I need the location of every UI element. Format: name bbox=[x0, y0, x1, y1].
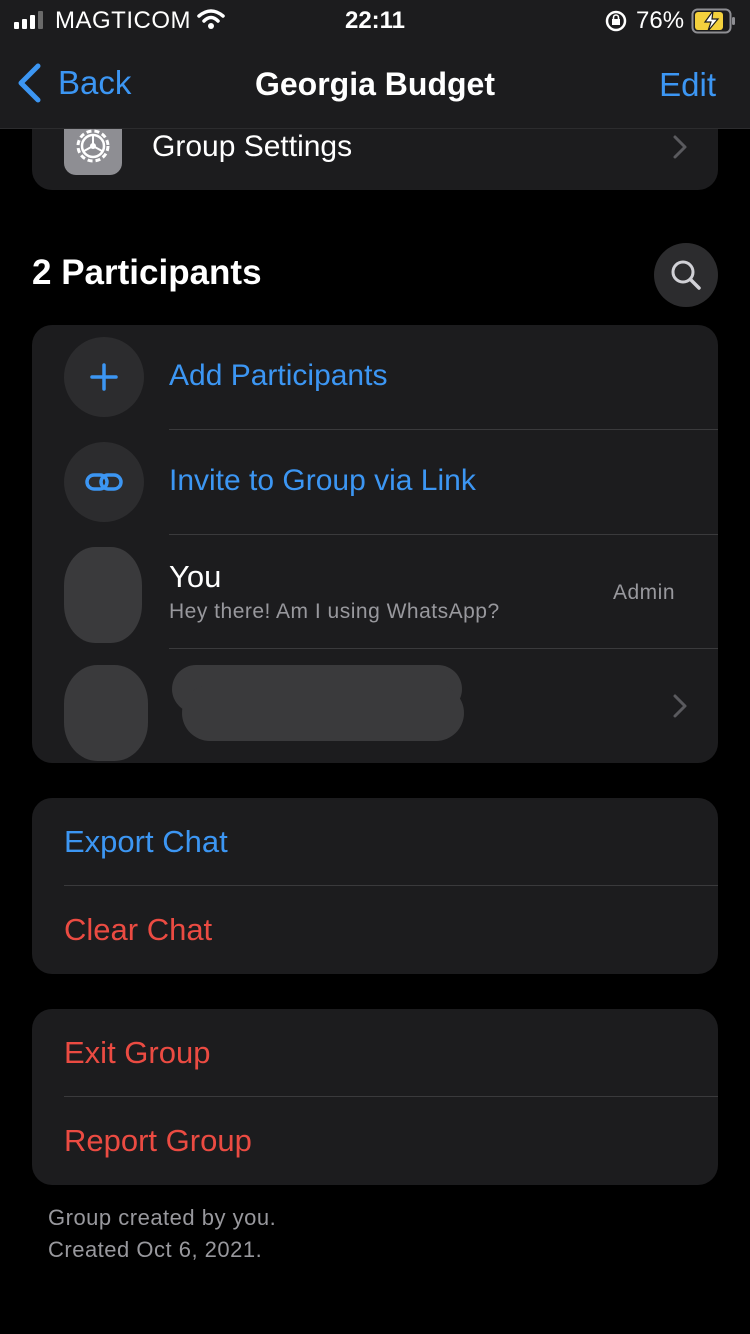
invite-via-link-label: Invite to Group via Link bbox=[169, 464, 476, 497]
created-by-text: Group created by you. bbox=[48, 1205, 277, 1230]
clear-chat-button[interactable]: Clear Chat bbox=[64, 912, 212, 948]
group-settings-label: Group Settings bbox=[152, 130, 353, 163]
link-icon bbox=[64, 442, 144, 522]
search-icon bbox=[671, 260, 701, 290]
participant-status: Hey there! Am I using WhatsApp? bbox=[169, 600, 500, 623]
status-bar: MAGTICOM 22:11 76% bbox=[0, 0, 750, 44]
redacted-participant-detail bbox=[182, 685, 464, 741]
participants-count-heading: 2 Participants bbox=[32, 253, 262, 292]
export-chat-button[interactable]: Export Chat bbox=[64, 824, 228, 860]
avatar bbox=[64, 665, 148, 761]
orientation-lock-icon bbox=[605, 10, 627, 32]
battery-percent: 76% bbox=[636, 7, 685, 34]
plus-icon bbox=[64, 337, 144, 417]
search-participants-button[interactable] bbox=[654, 243, 718, 307]
group-info-footer: Group created by you. Created Oct 6, 202… bbox=[48, 1202, 276, 1266]
group-actions-card: Exit Group Report Group bbox=[32, 1009, 718, 1185]
invite-via-link-row[interactable]: Invite to Group via Link bbox=[32, 430, 718, 535]
exit-group-button[interactable]: Exit Group bbox=[64, 1035, 210, 1071]
participants-list: Add Participants Invite to Group via Lin… bbox=[32, 325, 718, 763]
divider bbox=[64, 885, 718, 886]
divider bbox=[64, 1096, 718, 1097]
edit-button[interactable]: Edit bbox=[659, 66, 716, 104]
add-participants-row[interactable]: Add Participants bbox=[32, 325, 718, 430]
chat-actions-card: Export Chat Clear Chat bbox=[32, 798, 718, 974]
battery-icon bbox=[691, 8, 735, 34]
chevron-right-icon bbox=[673, 694, 687, 718]
chevron-right-icon bbox=[673, 135, 687, 159]
report-group-button[interactable]: Report Group bbox=[64, 1123, 252, 1159]
add-participants-label: Add Participants bbox=[169, 359, 388, 392]
participant-name: You bbox=[169, 559, 222, 594]
admin-badge: Admin bbox=[612, 581, 675, 604]
page-title: Georgia Budget bbox=[254, 66, 495, 102]
created-date-text: Created Oct 6, 2021. bbox=[48, 1237, 263, 1262]
avatar bbox=[64, 547, 142, 643]
navigation-bar: Back Georgia Budget Edit bbox=[0, 44, 750, 129]
